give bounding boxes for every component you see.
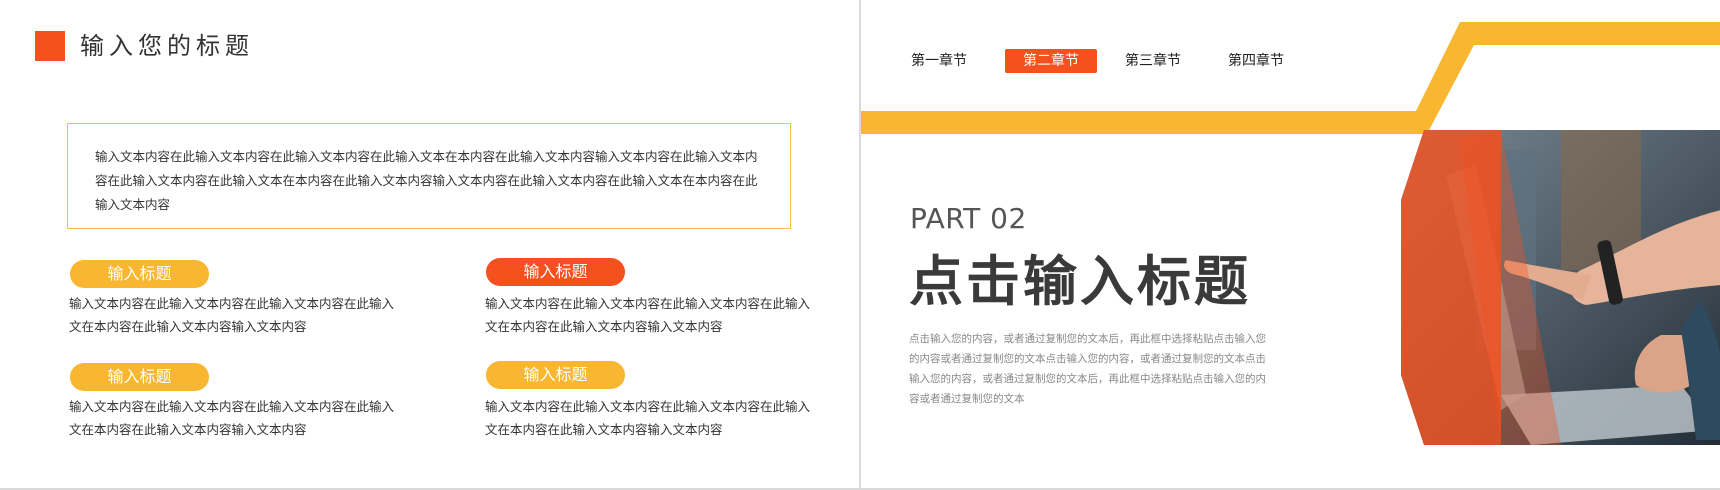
slide-left: 输入您的标题 输入文本内容在此输入文本内容在此输入文本内容在此输入文本在本内容在… (0, 0, 859, 488)
item-label-4: 输入标题 (486, 361, 625, 389)
item-text-1: 输入文本内容在此输入文本内容在此输入文本内容在此输入文在本内容在此输入文本内容输… (69, 296, 395, 334)
part-number: PART 02 (910, 202, 1027, 235)
nav-chapter-2[interactable]: 第二章节 (1005, 49, 1097, 73)
page-title: 输入您的标题 (80, 32, 254, 60)
item-text-3: 输入文本内容在此输入文本内容在此输入文本内容在此输入文在本内容在此输入文本内容输… (69, 399, 395, 437)
item-label-2: 输入标题 (486, 258, 625, 286)
title-accent-square (35, 31, 65, 61)
nav-chapter-1[interactable]: 第一章节 (909, 49, 969, 73)
nav-chapter-4[interactable]: 第四章节 (1226, 49, 1286, 73)
section-title: 点击输入标题 (909, 250, 1251, 313)
item-text-2: 输入文本内容在此输入文本内容在此输入文本内容在此输入文在本内容在此输入文本内容输… (485, 296, 811, 334)
decoration-graphic (861, 22, 1720, 445)
intro-text-box: 输入文本内容在此输入文本内容在此输入文本内容在此输入文本在本内容在此输入文本内容… (67, 123, 791, 229)
slide-right: 第一章节 第二章节 第三章节 第四章节 PART 02 点击输入标题 点击输入您… (861, 0, 1720, 488)
section-description: 点击输入您的内容，或者通过复制您的文本后，再此框中选择粘贴点击输入您的内容或者通… (909, 333, 1266, 405)
yellow-band (861, 22, 1720, 134)
item-label-3: 输入标题 (70, 363, 209, 391)
item-text-4: 输入文本内容在此输入文本内容在此输入文本内容在此输入文在本内容在此输入文本内容输… (485, 399, 811, 437)
nav-chapter-3[interactable]: 第三章节 (1123, 49, 1183, 73)
item-label-1: 输入标题 (70, 260, 209, 288)
